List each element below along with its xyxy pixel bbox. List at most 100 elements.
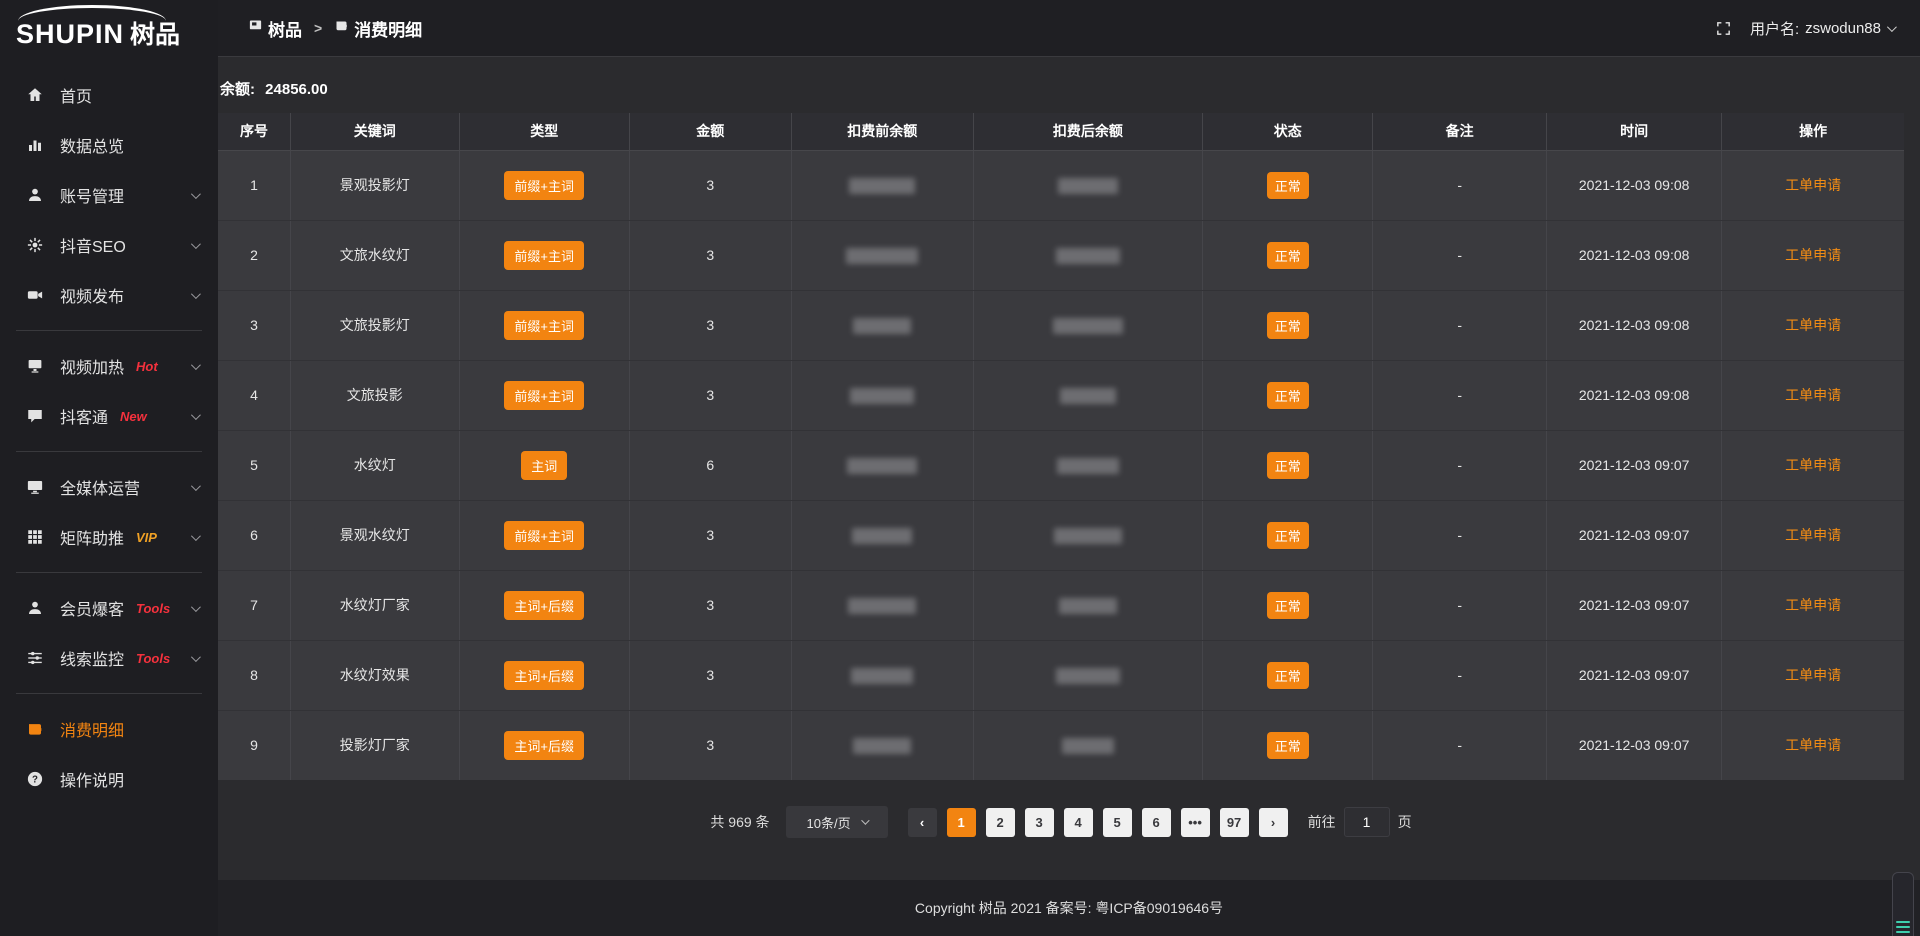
main-column: 树品 > 消费明细 用户名: zswodun88 余额:	[218, 0, 1920, 936]
sidebar-item-6[interactable]: 视频加热Hot	[0, 341, 218, 391]
app-icon	[248, 18, 263, 33]
sidebar-item-13[interactable]: 线索监控Tools	[0, 633, 218, 683]
user-menu[interactable]: 用户名: zswodun88	[1750, 18, 1894, 39]
next-page-button[interactable]: ›	[1259, 808, 1288, 837]
floating-widget[interactable]	[1892, 872, 1914, 936]
cell-time: 2021-12-03 09:08	[1547, 360, 1722, 430]
sidebar-item-15[interactable]: 消费明细	[0, 704, 218, 754]
cell-remark: -	[1373, 640, 1547, 710]
cell-index: 9	[218, 710, 290, 780]
table-body: 1景观投影灯前缀+主词3正常-2021-12-03 09:08工单申请2文旅水纹…	[218, 150, 1904, 780]
status-badge: 正常	[1267, 452, 1309, 479]
masked-value	[1058, 178, 1118, 194]
home-icon	[26, 86, 44, 104]
sidebar-item-3[interactable]: 抖音SEO	[0, 220, 218, 270]
cell-remark: -	[1373, 500, 1547, 570]
sidebar-item-12[interactable]: 会员爆客Tools	[0, 583, 218, 633]
cell-status: 正常	[1203, 570, 1373, 640]
cell-action: 工单申请	[1722, 150, 1904, 220]
table-header: 序号关键词类型金额扣费前余额扣费后余额状态备注时间操作	[218, 113, 1904, 150]
page-button-6[interactable]: 6	[1142, 808, 1171, 837]
cell-amount: 3	[629, 500, 791, 570]
cell-keyword: 文旅投影	[290, 360, 459, 430]
status-badge: 正常	[1267, 522, 1309, 549]
table-row: 5水纹灯主词6正常-2021-12-03 09:07工单申请	[218, 430, 1904, 500]
column-header: 金额	[629, 113, 791, 150]
page-button-1[interactable]: 1	[947, 808, 976, 837]
username-label: 用户名:	[1750, 18, 1799, 39]
sidebar-item-9[interactable]: 全媒体运营	[0, 462, 218, 512]
cell-status: 正常	[1203, 220, 1373, 290]
work-order-link[interactable]: 工单申请	[1785, 597, 1841, 613]
work-order-link[interactable]: 工单申请	[1785, 527, 1841, 543]
cell-keyword: 投影灯厂家	[290, 710, 459, 780]
more-pages-button[interactable]: •••	[1181, 808, 1210, 837]
cell-index: 1	[218, 150, 290, 220]
jump-label-before: 前往	[1308, 812, 1336, 832]
table-row: 4文旅投影前缀+主词3正常-2021-12-03 09:08工单申请	[218, 360, 1904, 430]
page-button-5[interactable]: 5	[1103, 808, 1132, 837]
breadcrumb-item-home[interactable]: 树品	[248, 16, 302, 41]
cell-amount: 6	[629, 430, 791, 500]
table-row: 8水纹灯效果主词+后缀3正常-2021-12-03 09:07工单申请	[218, 640, 1904, 710]
page-button-3[interactable]: 3	[1025, 808, 1054, 837]
page-size-select[interactable]: 10条/页	[786, 806, 888, 838]
consumption-table: 序号关键词类型金额扣费前余额扣费后余额状态备注时间操作 1景观投影灯前缀+主词3…	[218, 113, 1904, 780]
chevron-down-icon	[191, 652, 201, 662]
sidebar-item-0[interactable]: 首页	[0, 70, 218, 120]
column-header: 操作	[1722, 113, 1904, 150]
masked-value	[853, 318, 911, 334]
cell-action: 工单申请	[1722, 290, 1904, 360]
masked-value	[851, 668, 913, 684]
breadcrumb-separator: >	[314, 20, 322, 36]
page-button-4[interactable]: 4	[1064, 808, 1093, 837]
fullscreen-icon	[1715, 20, 1732, 37]
sidebar-item-2[interactable]: 账号管理	[0, 170, 218, 220]
cell-time: 2021-12-03 09:07	[1547, 640, 1722, 710]
cell-action: 工单申请	[1722, 570, 1904, 640]
sidebar-item-4[interactable]: 视频发布	[0, 270, 218, 320]
work-order-link[interactable]: 工单申请	[1785, 317, 1841, 333]
cell-index: 6	[218, 500, 290, 570]
work-order-link[interactable]: 工单申请	[1785, 737, 1841, 753]
work-order-link[interactable]: 工单申请	[1785, 387, 1841, 403]
chevron-down-icon	[191, 189, 201, 199]
masked-value	[853, 738, 911, 754]
work-order-link[interactable]: 工单申请	[1785, 177, 1841, 193]
sidebar-item-tag: New	[120, 409, 147, 424]
cell-type: 前缀+主词	[459, 500, 629, 570]
cell-post-balance	[973, 150, 1202, 220]
sidebar-item-7[interactable]: 抖客通New	[0, 391, 218, 441]
user-group-icon	[26, 599, 44, 617]
footer: Copyright 树品 2021 备案号: 粤ICP备09019646号	[218, 880, 1920, 936]
chevron-down-icon	[191, 410, 201, 420]
chevron-down-icon	[191, 531, 201, 541]
pagination: 共 969 条 10条/页 ‹ 123456•••97 › 前往 页	[218, 806, 1904, 838]
fullscreen-icon[interactable]	[1715, 20, 1732, 37]
type-badge: 前缀+主词	[504, 171, 584, 200]
logo-text-cn: 树品	[130, 23, 180, 48]
jump-page-input[interactable]	[1344, 807, 1390, 837]
status-badge: 正常	[1267, 172, 1309, 199]
cell-post-balance	[973, 570, 1202, 640]
pagination-total: 共 969 条	[710, 812, 769, 832]
cell-type: 前缀+主词	[459, 220, 629, 290]
cell-time: 2021-12-03 09:07	[1547, 500, 1722, 570]
work-order-link[interactable]: 工单申请	[1785, 667, 1841, 683]
work-order-link[interactable]: 工单申请	[1785, 247, 1841, 263]
prev-page-button[interactable]: ‹	[908, 808, 937, 837]
cell-type: 主词+后缀	[459, 710, 629, 780]
cell-type: 前缀+主词	[459, 290, 629, 360]
breadcrumb-item-current[interactable]: 消费明细	[334, 16, 422, 41]
cell-amount: 3	[629, 640, 791, 710]
sidebar-item-16[interactable]: ?操作说明	[0, 754, 218, 804]
sidebar-item-tag: Tools	[136, 601, 170, 616]
work-order-link[interactable]: 工单申请	[1785, 457, 1841, 473]
sidebar-item-10[interactable]: 矩阵助推VIP	[0, 512, 218, 562]
page-button-2[interactable]: 2	[986, 808, 1015, 837]
page-button-97[interactable]: 97	[1220, 808, 1249, 837]
cell-action: 工单申请	[1722, 220, 1904, 290]
status-badge: 正常	[1267, 732, 1309, 759]
cell-index: 4	[218, 360, 290, 430]
sidebar-item-1[interactable]: 数据总览	[0, 120, 218, 170]
